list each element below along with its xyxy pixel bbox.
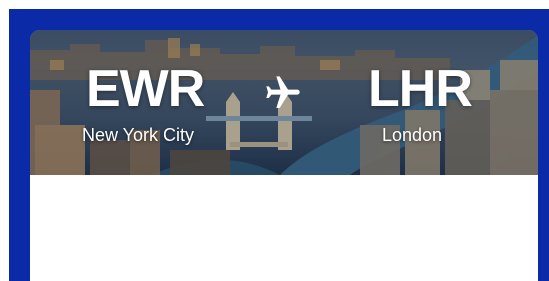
- destination-city: London: [382, 125, 443, 145]
- flight-card[interactable]: EWR New York City LHR London: [30, 30, 538, 281]
- origin-city: New York City: [82, 125, 195, 145]
- destination-hero-image: EWR New York City LHR London: [30, 30, 538, 175]
- airplane-icon: [266, 76, 300, 108]
- destination-airport-code: LHR: [368, 60, 473, 118]
- origin-airport-code: EWR: [86, 60, 205, 118]
